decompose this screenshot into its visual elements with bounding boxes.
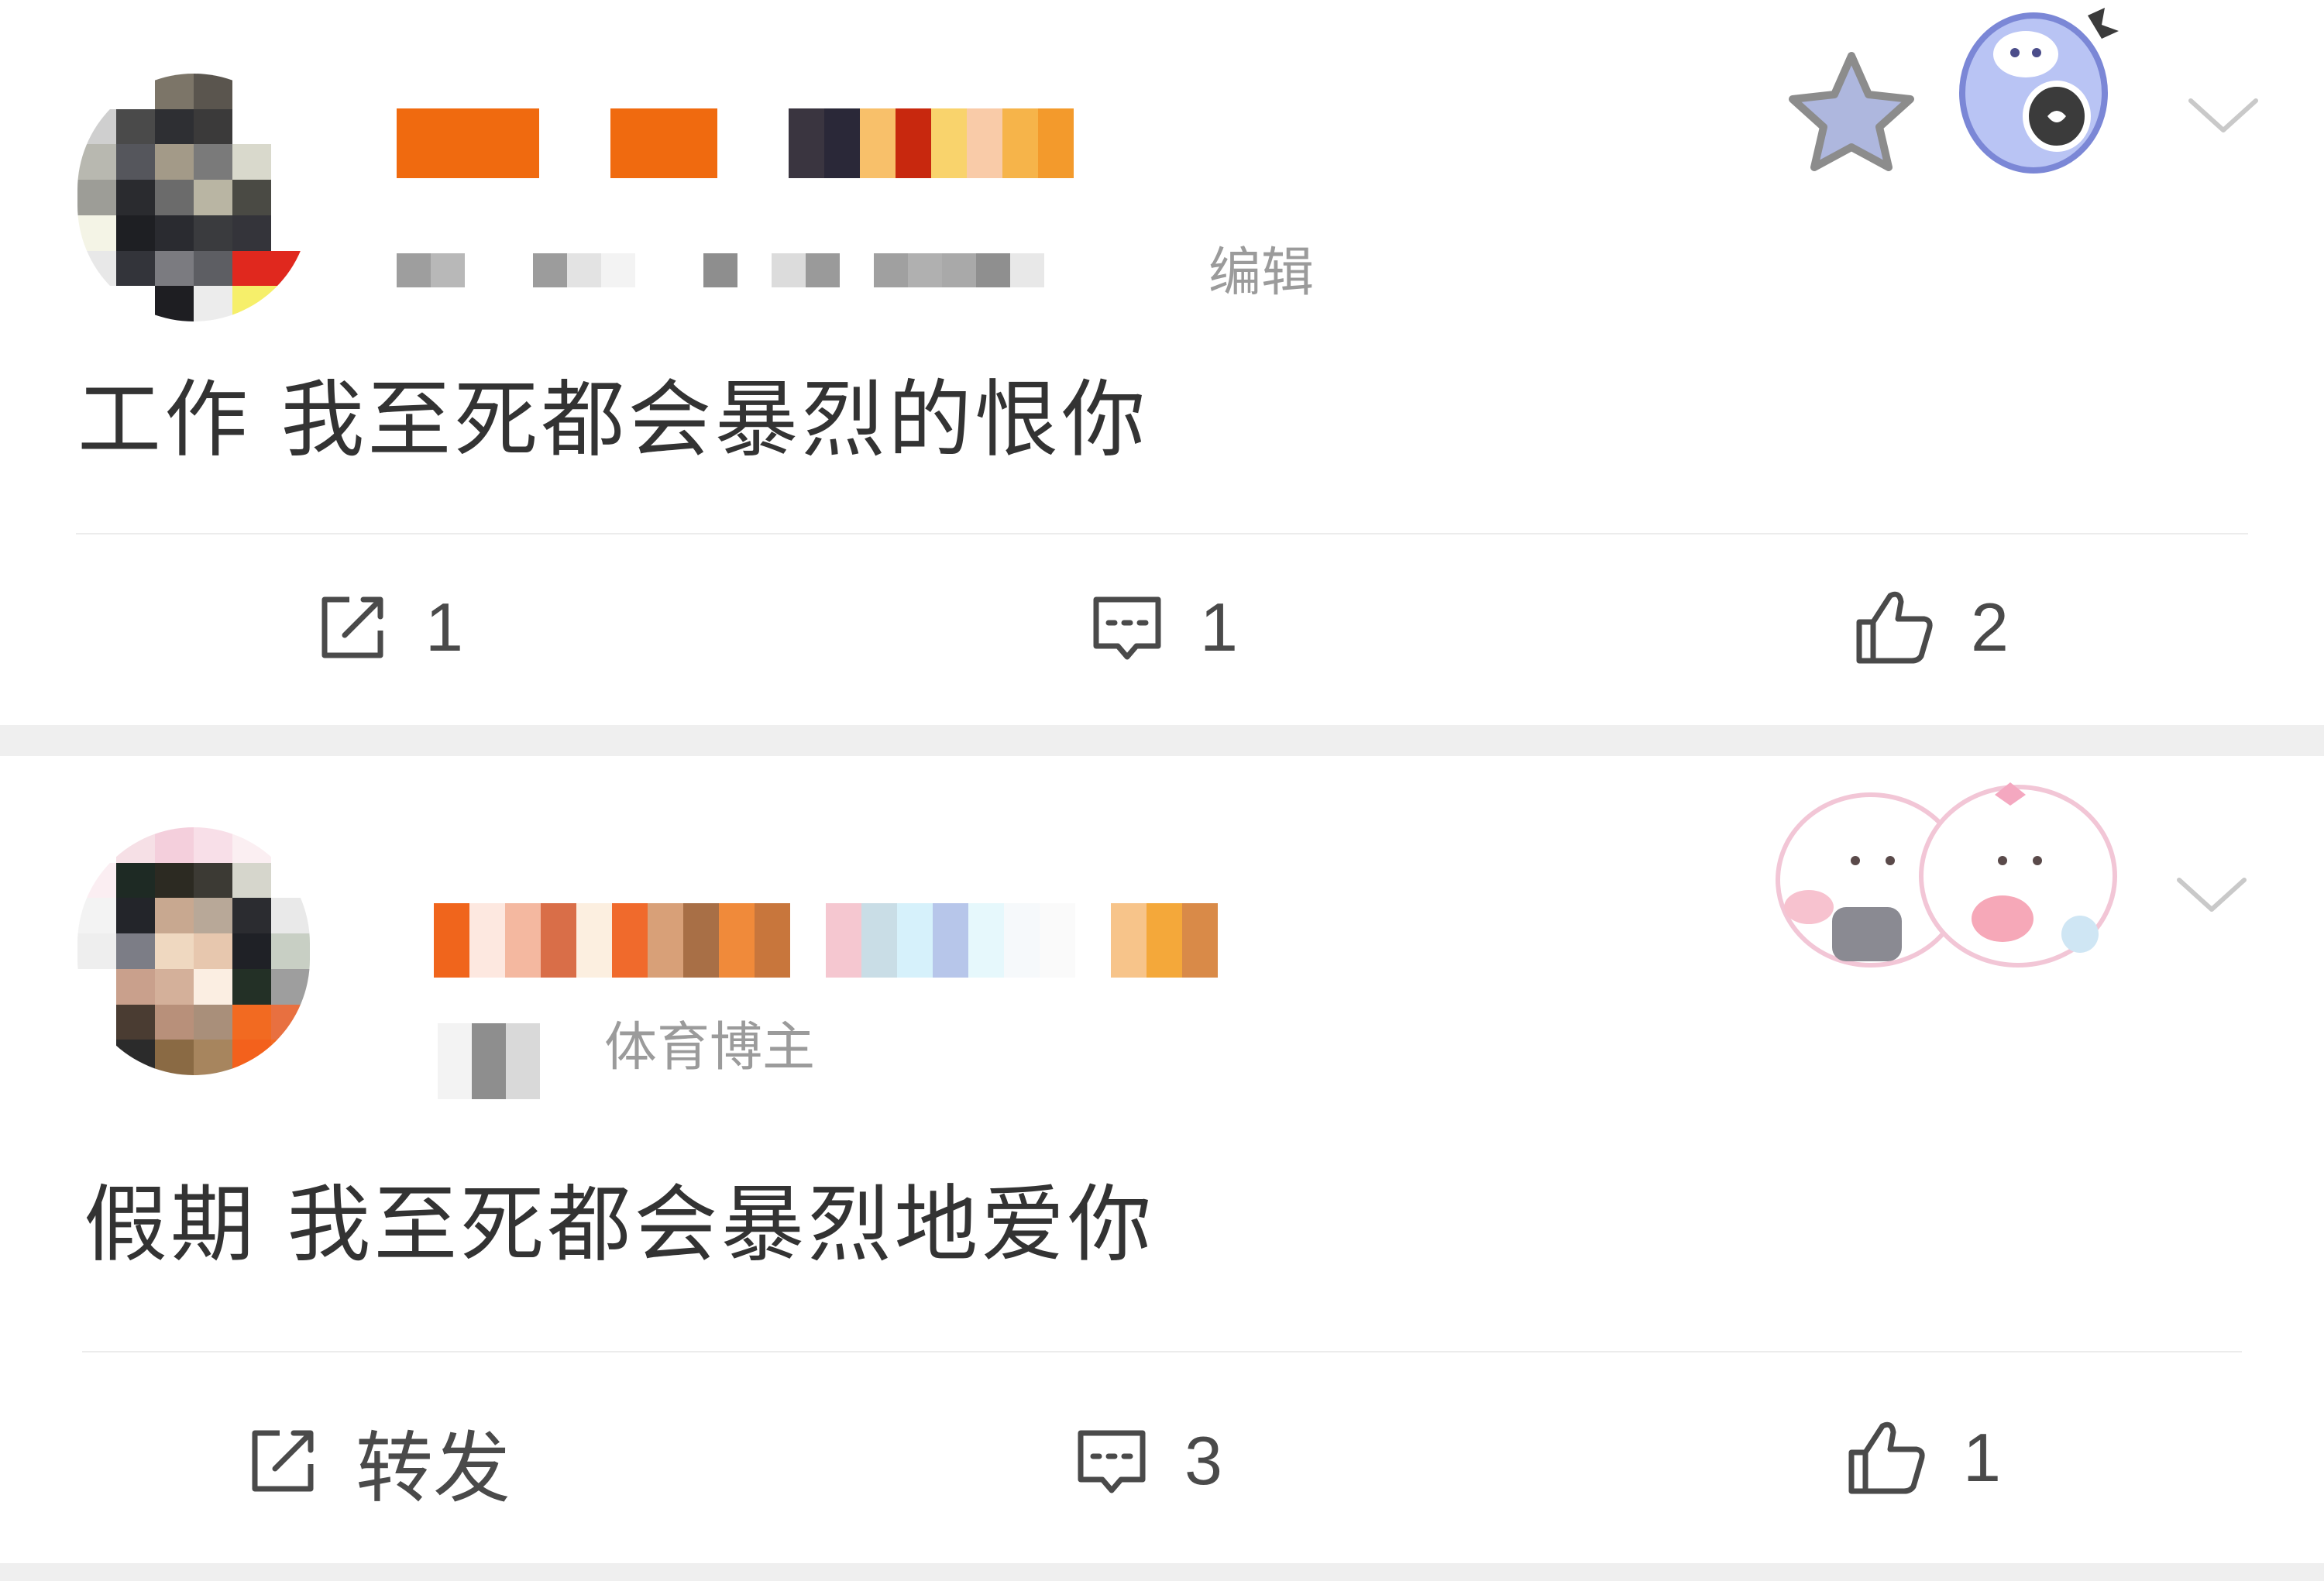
divider: [82, 1351, 2242, 1352]
like-count: 2: [1971, 589, 2009, 665]
repost-count: 1: [425, 589, 463, 665]
repost-icon: [252, 1430, 314, 1492]
comment-count: 1: [1200, 589, 1238, 665]
post-content: 工作 我至死都会暴烈的恨你: [77, 372, 1149, 469]
repost-button[interactable]: 转发: [244, 1414, 511, 1512]
comment-button[interactable]: 1: [1088, 581, 1238, 674]
thumbs-up-icon: [1856, 591, 1933, 664]
like-count: 1: [1963, 1419, 2001, 1496]
avatar[interactable]: [77, 74, 310, 321]
repost-label: 转发: [356, 1425, 511, 1512]
comment-icon: [1093, 596, 1161, 660]
feed-post: 体育博主 假期 我至死都会暴烈地爱你 转发 3 1: [0, 756, 2324, 1563]
divider: [76, 533, 2248, 534]
cartoon-sticker-icon: [1959, 8, 2119, 174]
username[interactable]: [397, 108, 1074, 178]
comment-count: 3: [1184, 1422, 1222, 1499]
bunny-sticker-icon: [1776, 782, 2117, 968]
username[interactable]: [434, 903, 1218, 978]
comment-icon: [1078, 1430, 1146, 1493]
repost-icon: [321, 596, 383, 658]
star-sticker-icon: [1789, 52, 1914, 171]
post-meta: [397, 253, 1044, 287]
like-button[interactable]: 1: [1844, 1411, 2001, 1504]
thumbs-up-icon: [1848, 1421, 1925, 1494]
avatar[interactable]: [77, 827, 310, 1075]
chevron-down-icon[interactable]: [2173, 872, 2250, 919]
comment-button[interactable]: 3: [1073, 1414, 1222, 1507]
feed-post: 编辑 工作 我至死都会暴烈的恨你 1 1 2: [0, 0, 2324, 725]
like-button[interactable]: 2: [1851, 581, 2009, 674]
post-meta-suffix: 编辑: [1208, 242, 1315, 304]
post-separator: [0, 725, 2324, 756]
post-meta-suffix: 体育博主: [604, 1017, 816, 1078]
repost-button[interactable]: 1: [314, 581, 463, 674]
chevron-down-icon[interactable]: [2185, 93, 2262, 139]
post-separator: [0, 1563, 2324, 1581]
post-meta: [438, 1023, 540, 1099]
post-content: 假期 我至死都会暴烈地爱你: [84, 1177, 1155, 1273]
